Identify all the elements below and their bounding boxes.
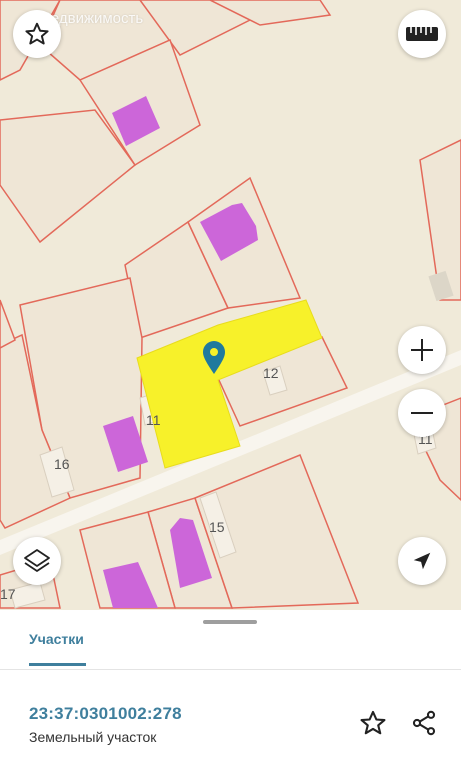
house-number: 12 — [263, 365, 279, 381]
favorite-map-button[interactable] — [13, 10, 61, 58]
share-icon — [412, 710, 436, 736]
house-number: 16 — [54, 456, 70, 472]
layers-icon — [24, 549, 50, 572]
minus-icon — [411, 412, 433, 414]
map-view[interactable]: 12 11 15 16 17 11 Недвижимость — [0, 0, 461, 610]
object-type: Земельный участок — [29, 729, 157, 745]
cadastral-number[interactable]: 23:37:0301002:278 — [29, 704, 182, 724]
tab-parcels[interactable]: Участки — [29, 631, 86, 666]
star-icon — [25, 22, 49, 45]
divider — [0, 669, 461, 670]
layers-button[interactable] — [13, 537, 61, 585]
bottom-sheet[interactable]: Участки 23:37:0301002:278 Земельный учас… — [0, 610, 461, 768]
parcel — [0, 299, 16, 349]
locate-arrow-icon — [413, 552, 431, 570]
favorite-button[interactable] — [357, 707, 389, 739]
ruler-button[interactable] — [398, 10, 446, 58]
house-number: 11 — [146, 412, 161, 428]
house-number: 17 — [0, 586, 16, 602]
plus-icon — [411, 339, 433, 361]
drag-handle[interactable] — [203, 620, 257, 624]
star-icon — [360, 710, 386, 735]
house-number: 15 — [209, 519, 225, 535]
locate-button[interactable] — [398, 537, 446, 585]
ruler-icon — [406, 27, 438, 41]
share-button[interactable] — [408, 707, 440, 739]
app-root: 12 11 15 16 17 11 Недвижимость Участки 2… — [0, 0, 461, 768]
zoom-out-button[interactable] — [398, 389, 446, 437]
map-canvas[interactable] — [0, 0, 461, 610]
zoom-in-button[interactable] — [398, 326, 446, 374]
